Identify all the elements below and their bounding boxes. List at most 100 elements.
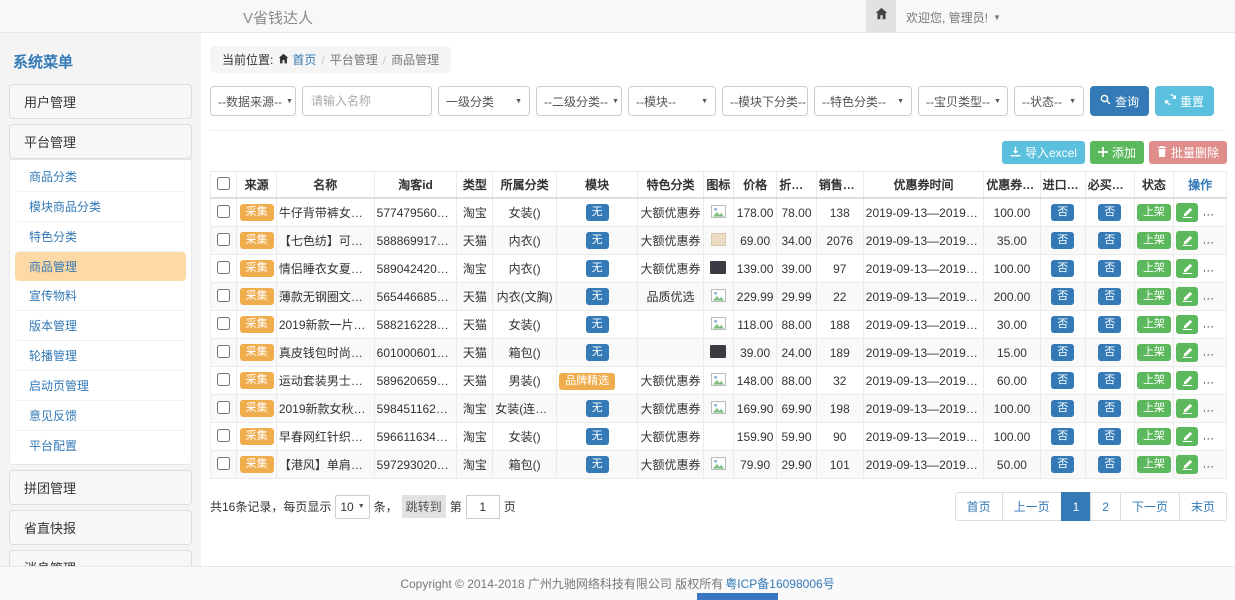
row-checkbox[interactable] (217, 401, 230, 414)
page-button-首页[interactable]: 首页 (955, 492, 1003, 521)
table-row: 采集【七色纺】可爱纯棉家...588869917501天猫内衣()无大额优惠券6… (211, 227, 1227, 255)
sidebar-item-1-2[interactable]: 特色分类 (15, 222, 186, 252)
reset-button[interactable]: 重置 (1155, 86, 1214, 116)
column-header: 操作 (1174, 172, 1227, 199)
product-table: 来源名称淘客id类型所属分类模块特色分类图标价格折后价销售数量优惠券时间优惠券金… (210, 171, 1227, 479)
feature-category (638, 339, 704, 367)
shop-type: 天猫 (457, 283, 493, 311)
user-dropdown[interactable]: 欢迎您, 管理员! ▼ (906, 9, 1001, 26)
coupon-time: 2019-09-13—2019-09-17 (863, 283, 983, 311)
taoke-id: 596611634525 (374, 423, 457, 451)
product-name: 真皮钱包时尚优雅女士... (276, 339, 374, 367)
sales-count: 138 (816, 198, 863, 227)
ops-cell (1174, 367, 1227, 395)
row-checkbox[interactable] (217, 317, 230, 330)
row-checkbox[interactable] (217, 373, 230, 386)
sidebar-group-2[interactable]: 拼团管理 (9, 470, 192, 505)
edit-button[interactable] (1176, 203, 1198, 222)
row-checkbox[interactable] (217, 429, 230, 442)
filter-item-type[interactable]: --宝贝类型--▼ (918, 86, 1008, 116)
price: 178.00 (733, 198, 776, 227)
edit-button[interactable] (1176, 371, 1198, 390)
price: 148.00 (733, 367, 776, 395)
edit-button[interactable] (1176, 259, 1198, 278)
filter-module-sub[interactable]: --模块下分类--▼ (722, 86, 808, 116)
source-badge: 采集 (240, 400, 274, 416)
filter-level2-category[interactable]: --二级分类--▼ (536, 86, 622, 116)
filter-feature-category[interactable]: --特色分类--▼ (814, 86, 912, 116)
breadcrumb-home-link[interactable]: 首页 (278, 51, 316, 68)
coupon-time: 2019-09-13—2019-09-15 (863, 367, 983, 395)
row-checkbox[interactable] (217, 289, 230, 302)
filter-data-source[interactable]: --数据来源--▼ (210, 86, 296, 116)
taoke-id: 601000601341 (374, 339, 457, 367)
edit-button[interactable] (1176, 455, 1198, 474)
module-cell: 品牌精选爱上运动 (557, 367, 638, 395)
sidebar-group-1[interactable]: 平台管理 (9, 124, 192, 159)
filter-name-input[interactable] (302, 86, 432, 116)
column-header: 淘客id (374, 172, 457, 199)
filter-status[interactable]: --状态--▼ (1014, 86, 1084, 116)
sidebar-group-0[interactable]: 用户管理 (9, 84, 192, 119)
page-button-末页[interactable]: 末页 (1179, 492, 1227, 521)
table-row: 采集2019新款女秋薄款...598451162391淘宝女装(连衣裙)无大额优… (211, 395, 1227, 423)
table-row: 采集【港风】单肩斜跨链条...597293020870淘宝箱包()无大额优惠券7… (211, 451, 1227, 479)
page-button-上一页[interactable]: 上一页 (1002, 492, 1062, 521)
sidebar-item-1-8[interactable]: 意见反馈 (15, 401, 186, 431)
row-checkbox[interactable] (217, 233, 230, 246)
sidebar-item-1-6[interactable]: 轮播管理 (15, 341, 186, 371)
sidebar-item-1-5[interactable]: 版本管理 (15, 311, 186, 341)
edit-button[interactable] (1176, 315, 1198, 334)
column-header: 必买清单 (1085, 172, 1134, 199)
page-prefix: 第 (450, 498, 462, 515)
edit-button[interactable] (1176, 399, 1198, 418)
taoke-id: 588216228899 (374, 311, 457, 339)
sidebar-item-1-4[interactable]: 宣传物料 (15, 281, 186, 311)
coupon-amount: 15.00 (984, 339, 1040, 367)
per-page-suffix: 条， (374, 498, 398, 515)
page-button-下一页[interactable]: 下一页 (1120, 492, 1180, 521)
row-checkbox[interactable] (217, 261, 230, 274)
source-badge: 采集 (240, 428, 274, 444)
status-badge: 上架 (1137, 232, 1171, 248)
ops-cell (1174, 283, 1227, 311)
page-button-1[interactable]: 1 (1061, 492, 1092, 521)
row-checkbox[interactable] (217, 457, 230, 470)
imported-badge: 否 (1051, 316, 1074, 332)
column-header: 类型 (457, 172, 493, 199)
page-number-input[interactable] (466, 495, 500, 519)
filter-module[interactable]: --模块--▼ (628, 86, 716, 116)
sidebar-item-1-3[interactable]: 商品管理 (15, 252, 186, 281)
coupon-amount: 30.00 (984, 311, 1040, 339)
price: 169.90 (733, 395, 776, 423)
module-cell: 无 (557, 423, 638, 451)
icp-link[interactable]: 粤ICP备16098006号 (725, 575, 834, 592)
row-checkbox[interactable] (217, 205, 230, 218)
search-button[interactable]: 查询 (1090, 86, 1149, 116)
filter-level1-category[interactable]: 一级分类▼ (438, 86, 530, 116)
price: 229.99 (733, 283, 776, 311)
sidebar-group-3[interactable]: 省直快报 (9, 510, 192, 545)
shop-type: 淘宝 (457, 198, 493, 227)
add-button[interactable]: 添加 (1090, 141, 1144, 164)
import-excel-button[interactable]: 导入excel (1002, 141, 1085, 164)
edit-button[interactable] (1176, 287, 1198, 306)
per-page-select[interactable]: 10 ▼ (335, 495, 369, 519)
sidebar-item-1-9[interactable]: 平台配置 (15, 431, 186, 460)
bulk-delete-button[interactable]: 批量删除 (1149, 141, 1227, 164)
page-button-2[interactable]: 2 (1090, 492, 1121, 521)
edit-button[interactable] (1176, 343, 1198, 362)
sidebar-item-1-1[interactable]: 模块商品分类 (15, 192, 186, 222)
edit-button[interactable] (1176, 231, 1198, 250)
select-all-checkbox[interactable] (217, 177, 230, 190)
sidebar-item-1-0[interactable]: 商品分类 (15, 162, 186, 192)
price: 118.00 (733, 311, 776, 339)
category: 箱包() (493, 339, 557, 367)
price: 69.00 (733, 227, 776, 255)
home-button[interactable] (866, 0, 896, 32)
module-badge: 无 (586, 456, 609, 472)
table-row: 采集牛仔背带裤女秋装减龄...577479560965淘宝女装()无大额优惠券1… (211, 198, 1227, 227)
edit-button[interactable] (1176, 427, 1198, 446)
sidebar-item-1-7[interactable]: 启动页管理 (15, 371, 186, 401)
row-checkbox[interactable] (217, 345, 230, 358)
